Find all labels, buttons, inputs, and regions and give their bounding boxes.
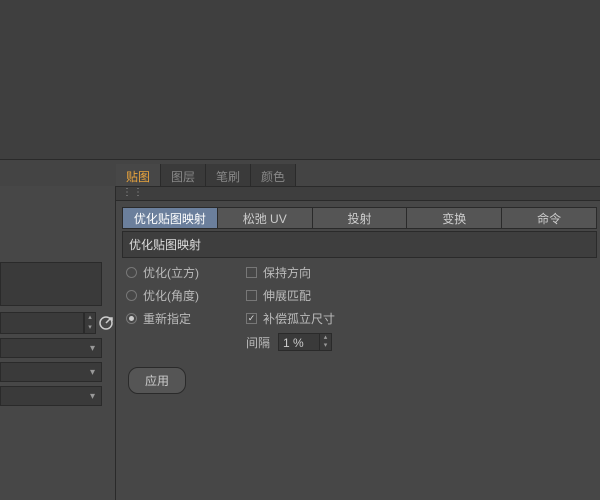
spacing-value[interactable]: 1 % [278, 333, 320, 351]
left-dropdown-3[interactable]: ▾ [0, 386, 102, 406]
tab-color[interactable]: 颜色 [251, 164, 296, 186]
left-spinner-buttons[interactable]: ▴▾ [84, 312, 96, 334]
radio-label: 优化(立方) [143, 264, 199, 281]
options-grid: 优化(立方) 保持方向 优化(角度) 伸展匹配 重新指定 补偿孤立尺寸 间隔 1… [126, 264, 593, 351]
left-dropdown-2[interactable]: ▾ [0, 362, 102, 382]
check-comp-iso-size[interactable]: 补偿孤立尺寸 [246, 310, 593, 327]
check-keep-direction[interactable]: 保持方向 [246, 264, 593, 281]
seg-tab-command[interactable]: 命令 [502, 207, 597, 229]
picker-icon[interactable] [96, 312, 116, 334]
radio-icon [126, 267, 137, 278]
panel-grip[interactable] [116, 187, 600, 201]
tab-texture[interactable]: 贴图 [116, 164, 161, 186]
seg-tab-project[interactable]: 投射 [313, 207, 408, 229]
checkbox-icon [246, 313, 257, 324]
apply-button[interactable]: 应用 [128, 367, 186, 394]
radio-optimize-cubic[interactable]: 优化(立方) [126, 264, 236, 281]
checkbox-icon [246, 290, 257, 301]
radio-icon [126, 290, 137, 301]
left-spinner-field[interactable] [0, 312, 84, 334]
left-spinner-row: ▴▾ [0, 312, 116, 334]
check-label: 保持方向 [263, 264, 311, 281]
radio-optimize-angle[interactable]: 优化(角度) [126, 287, 236, 304]
spacing-field[interactable]: 1 % ▴▾ [278, 333, 332, 351]
check-stretch-match[interactable]: 伸展匹配 [246, 287, 593, 304]
radio-label: 优化(角度) [143, 287, 199, 304]
tab-brush[interactable]: 笔刷 [206, 164, 251, 186]
left-dropdown-1[interactable]: ▾ [0, 338, 102, 358]
right-panel: 优化贴图映射 松弛 UV 投射 变换 命令 优化贴图映射 优化(立方) 保持方向… [116, 186, 600, 500]
spacing-stepper[interactable]: ▴▾ [320, 333, 332, 351]
chevron-down-icon: ▾ [90, 343, 95, 354]
check-label: 补偿孤立尺寸 [263, 310, 335, 327]
viewport-area [0, 0, 600, 160]
seg-tab-relax[interactable]: 松弛 UV [218, 207, 313, 229]
radio-label: 重新指定 [143, 310, 191, 327]
section-header: 优化贴图映射 [122, 231, 597, 258]
top-tab-strip: 贴图 图层 笔刷 颜色 [116, 164, 296, 186]
seg-tab-transform[interactable]: 变换 [407, 207, 502, 229]
spacing-row: 间隔 1 % ▴▾ [246, 333, 593, 351]
check-label: 伸展匹配 [263, 287, 311, 304]
checkbox-icon [246, 267, 257, 278]
chevron-down-icon: ▾ [90, 367, 95, 378]
segment-tabs: 优化贴图映射 松弛 UV 投射 变换 命令 [122, 207, 597, 229]
tab-layer[interactable]: 图层 [161, 164, 206, 186]
seg-tab-optimize[interactable]: 优化贴图映射 [122, 207, 218, 229]
chevron-down-icon: ▾ [90, 391, 95, 402]
radio-reassign[interactable]: 重新指定 [126, 310, 236, 327]
radio-icon [126, 313, 137, 324]
spacing-label: 间隔 [246, 334, 270, 351]
left-list-area [0, 262, 102, 306]
